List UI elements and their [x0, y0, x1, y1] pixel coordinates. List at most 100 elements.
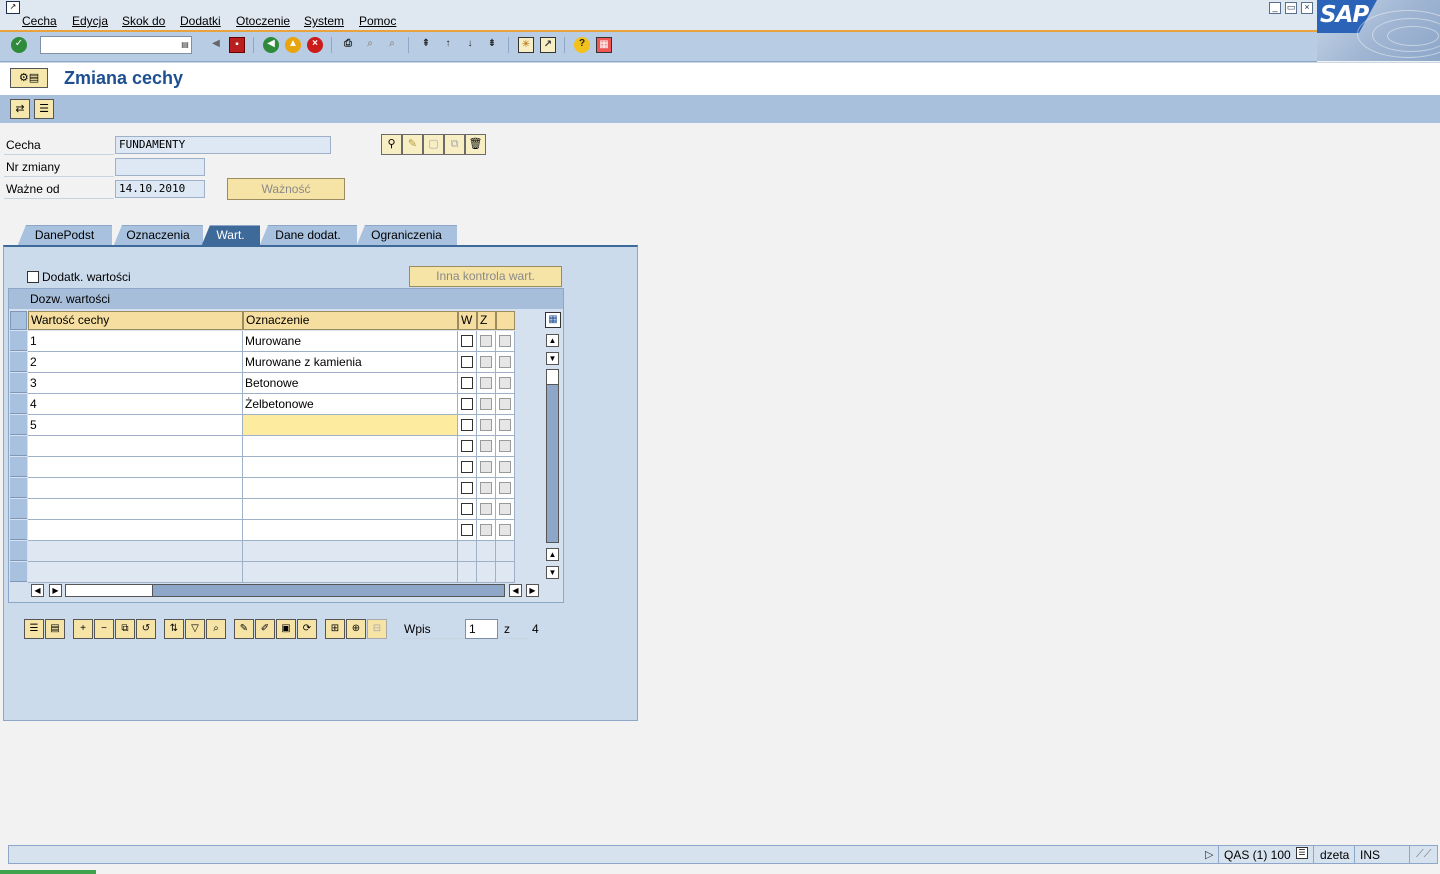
table-settings-icon[interactable]: ▦	[545, 312, 561, 328]
row-selector[interactable]	[10, 331, 27, 351]
row-selector[interactable]	[10, 541, 27, 561]
edit-values-icon[interactable]: ✎	[234, 619, 254, 639]
cell-value[interactable]	[28, 520, 243, 541]
scroll-up-icon[interactable]: ▲	[546, 334, 559, 347]
other-value-check-button[interactable]: Inna kontrola wart.	[409, 266, 562, 287]
tab-oznaczenia[interactable]: Oznaczenia	[113, 225, 203, 247]
deselect-all-icon[interactable]: ▤	[45, 619, 65, 639]
cell-value[interactable]	[28, 478, 243, 499]
cell-description[interactable]	[243, 457, 458, 478]
scroll-right-page-icon[interactable]: ▶	[49, 584, 62, 597]
cell-value[interactable]: 4	[28, 394, 243, 415]
scroll-down-icon[interactable]: ▼	[546, 566, 559, 579]
previous-page-icon[interactable]: ↑	[440, 37, 456, 53]
help-icon[interactable]: ?	[574, 37, 590, 53]
entry-field[interactable]	[465, 619, 498, 639]
default-value-checkbox[interactable]	[461, 461, 473, 473]
default-value-checkbox[interactable]	[461, 503, 473, 515]
cell-description[interactable]: Żelbetonowe	[243, 394, 458, 415]
default-value-checkbox[interactable]	[461, 398, 473, 410]
first-page-icon[interactable]: ⇞	[418, 37, 434, 53]
menu-edycja[interactable]: Edycja	[72, 14, 108, 28]
column-header-description[interactable]: Oznaczenie	[243, 311, 458, 330]
horizontal-scroll-thumb[interactable]	[66, 585, 153, 596]
display-values-icon[interactable]: ▣	[276, 619, 296, 639]
window-menu-icon[interactable]: ↗	[6, 1, 20, 14]
undo-icon[interactable]: ↺	[136, 619, 156, 639]
delete-row-icon[interactable]: −	[94, 619, 114, 639]
select-all-rows-button[interactable]	[10, 311, 27, 330]
column-header-extra[interactable]	[496, 311, 515, 330]
expand-hierarchy-icon[interactable]: ⊕	[346, 619, 366, 639]
next-page-icon[interactable]: ↓	[462, 37, 478, 53]
cell-description[interactable]	[243, 499, 458, 520]
cell-value[interactable]: 2	[28, 352, 243, 373]
where-used-icon[interactable]: ⚲	[381, 134, 402, 155]
tab-danepodst[interactable]: DanePodst	[17, 225, 112, 247]
scroll-right-icon[interactable]: ▶	[526, 584, 539, 597]
select-all-icon[interactable]: ☰	[24, 619, 44, 639]
close-icon[interactable]: ×	[1301, 2, 1313, 14]
cell-value[interactable]: 3	[28, 373, 243, 394]
status-insert-mode[interactable]: INS	[1360, 848, 1380, 862]
scroll-page-up-icon[interactable]: ▲	[546, 548, 559, 561]
menu-otoczenie[interactable]: Otoczenie	[236, 14, 290, 28]
change-values-icon[interactable]: ✐	[255, 619, 275, 639]
status-expand-icon[interactable]: ▷	[1205, 848, 1213, 861]
search-table-icon[interactable]: ⌕	[206, 619, 226, 639]
menu-pomoc[interactable]: Pomoc	[359, 14, 396, 28]
cecha-field[interactable]: FUNDAMENTY	[115, 136, 331, 154]
row-selector[interactable]	[10, 520, 27, 540]
exit-icon[interactable]: ▲	[285, 37, 301, 53]
cell-description[interactable]	[243, 415, 458, 436]
horizontal-scroll-track[interactable]	[65, 584, 505, 597]
cell-description[interactable]	[243, 520, 458, 541]
waznosc-button[interactable]: Ważność	[227, 178, 345, 200]
row-selector[interactable]	[10, 478, 27, 498]
default-value-checkbox[interactable]	[461, 524, 473, 536]
row-selector[interactable]	[10, 562, 27, 582]
minimize-icon[interactable]: _	[1269, 2, 1281, 14]
default-value-checkbox[interactable]	[461, 377, 473, 389]
cell-value[interactable]: 1	[28, 331, 243, 352]
shortcut-icon[interactable]: ↗	[540, 37, 556, 53]
back-icon[interactable]: ◀	[263, 37, 279, 53]
delete-trash-icon[interactable]: 🗑	[465, 134, 486, 155]
vertical-scroll-thumb[interactable]	[547, 370, 558, 385]
default-value-checkbox[interactable]	[461, 482, 473, 494]
default-value-checkbox[interactable]	[461, 356, 473, 368]
sort-icon[interactable]: ⇅	[164, 619, 184, 639]
tab-dane-dodat[interactable]: Dane dodat.	[259, 225, 357, 247]
scroll-page-down-icon[interactable]: ▼	[546, 352, 559, 365]
nr-zmiany-field[interactable]	[115, 158, 205, 176]
new-session-icon[interactable]: ✳	[518, 37, 534, 53]
command-field[interactable]	[40, 36, 192, 54]
additional-values-checkbox[interactable]	[27, 271, 39, 283]
cell-description[interactable]: Murowane z kamienia	[243, 352, 458, 373]
hierarchy-icon[interactable]: ⊞	[325, 619, 345, 639]
resize-grip-icon[interactable]: ⟋⟋	[1416, 848, 1431, 861]
scroll-left-page-icon[interactable]: ◀	[509, 584, 522, 597]
layout-menu-icon[interactable]: ▦	[596, 37, 612, 53]
last-page-icon[interactable]: ⇟	[484, 37, 500, 53]
cell-value[interactable]: 5	[28, 415, 243, 436]
cancel-icon[interactable]: ×	[307, 37, 323, 53]
menu-system[interactable]: System	[304, 14, 344, 28]
row-selector[interactable]	[10, 394, 27, 414]
row-selector[interactable]	[10, 499, 27, 519]
row-selector[interactable]	[10, 457, 27, 477]
menu-skok-do[interactable]: Skok do	[122, 14, 165, 28]
wazne-od-field[interactable]: 14.10.2010	[115, 180, 205, 198]
list-icon[interactable]: ☰	[34, 99, 54, 119]
other-characteristic-icon[interactable]: ⇄	[10, 99, 30, 119]
menu-cecha[interactable]: Cecha	[22, 14, 57, 28]
row-selector[interactable]	[10, 436, 27, 456]
column-header-w[interactable]: W	[458, 311, 477, 330]
row-selector[interactable]	[10, 415, 27, 435]
command-history-icon[interactable]: ▤	[180, 39, 190, 51]
default-value-checkbox[interactable]	[461, 335, 473, 347]
scroll-left-icon[interactable]: ◀	[31, 584, 44, 597]
cell-value[interactable]	[28, 499, 243, 520]
column-header-z[interactable]: Z	[477, 311, 496, 330]
print-icon[interactable]: ⎙	[340, 37, 356, 53]
